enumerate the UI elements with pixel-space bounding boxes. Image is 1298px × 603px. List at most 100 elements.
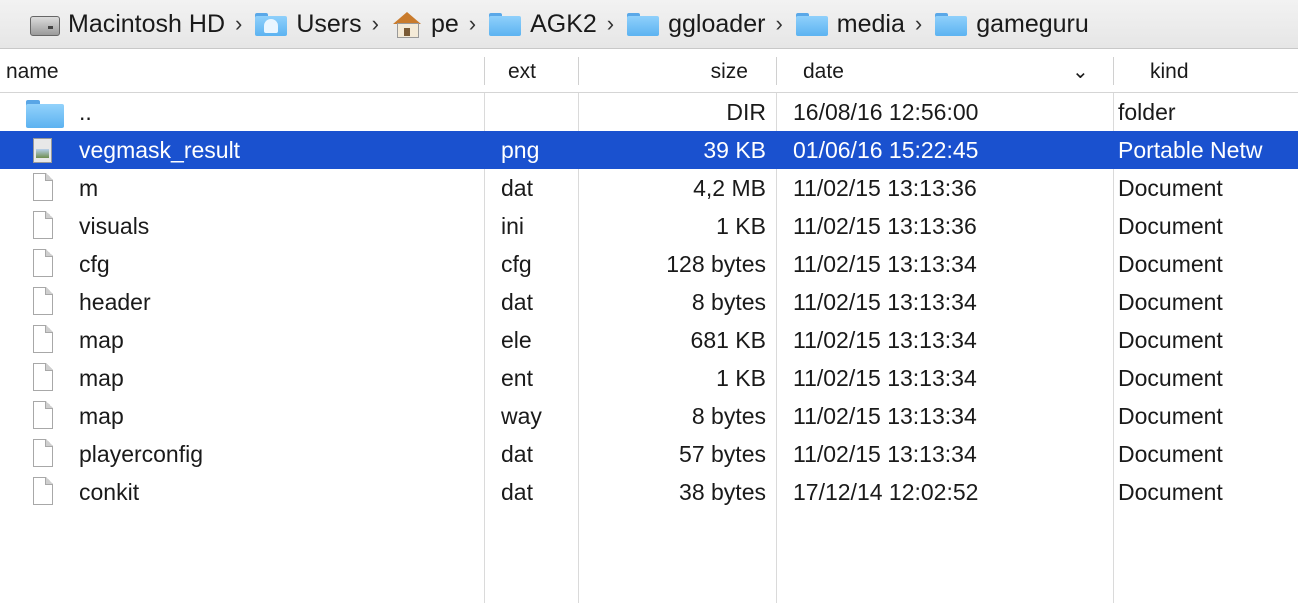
file-date: 01/06/16 15:22:45 — [793, 137, 979, 163]
file-name: map — [79, 403, 124, 429]
file-kind: Document — [1118, 251, 1223, 277]
document-icon — [30, 400, 58, 432]
breadcrumb-label: ggloader — [668, 9, 766, 38]
column-header-date[interactable]: date — [803, 49, 844, 92]
breadcrumb-separator: › — [468, 11, 477, 36]
file-name: visuals — [79, 213, 150, 239]
folder-icon — [795, 11, 829, 37]
file-row[interactable]: .. DIR 16/08/16 12:56:00 folder — [0, 93, 1298, 131]
breadcrumb-item-pe[interactable]: pe — [391, 10, 459, 39]
file-browser-window: Macintosh HD › Users › pe › AGK2 › ggloa… — [0, 0, 1298, 603]
document-icon — [30, 248, 58, 280]
column-divider[interactable] — [776, 57, 777, 85]
breadcrumb-separator: › — [371, 11, 379, 36]
file-size: DIR — [726, 99, 766, 125]
file-name: map — [79, 365, 124, 391]
breadcrumb-label: Users — [296, 9, 362, 38]
breadcrumb-label: media — [836, 9, 905, 38]
breadcrumb-label: pe — [430, 9, 459, 38]
file-date: 11/02/15 13:13:34 — [793, 441, 977, 467]
file-date: 11/02/15 13:13:34 — [793, 327, 977, 353]
file-row[interactable]: header dat 8 bytes 11/02/15 13:13:34 Doc… — [0, 283, 1298, 321]
file-row[interactable]: cfg cfg 128 bytes 11/02/15 13:13:34 Docu… — [0, 245, 1298, 283]
file-size: 38 bytes — [679, 479, 766, 505]
breadcrumb-item-users[interactable]: Users — [254, 9, 362, 39]
file-name: header — [79, 289, 151, 315]
file-row[interactable]: m dat 4,2 MB 11/02/15 13:13:36 Document — [0, 169, 1298, 207]
document-icon — [30, 172, 58, 204]
breadcrumb-separator: › — [914, 11, 923, 36]
breadcrumb-label: AGK2 — [530, 9, 597, 38]
breadcrumb: Macintosh HD › Users › pe › AGK2 › ggloa… — [0, 0, 1298, 49]
users-folder-icon — [254, 11, 288, 37]
column-divider[interactable] — [1113, 57, 1114, 85]
file-date: 11/02/15 13:13:34 — [793, 289, 977, 315]
file-row[interactable]: map ent 1 KB 11/02/15 13:13:34 Document — [0, 359, 1298, 397]
file-row[interactable]: conkit dat 38 bytes 17/12/14 12:02:52 Do… — [0, 473, 1298, 511]
column-header-ext[interactable]: ext — [508, 49, 536, 92]
file-row[interactable]: playerconfig dat 57 bytes 11/02/15 13:13… — [0, 435, 1298, 473]
file-name: playerconfig — [79, 441, 204, 467]
document-icon — [30, 210, 58, 242]
breadcrumb-item-agk2[interactable]: AGK2 — [488, 10, 597, 39]
file-date: 11/02/15 13:13:34 — [793, 251, 977, 277]
file-date: 11/02/15 13:13:34 — [793, 365, 977, 391]
file-size: 8 bytes — [691, 403, 766, 429]
hard-drive-icon — [28, 11, 60, 37]
column-header-kind[interactable]: kind — [1150, 49, 1189, 92]
breadcrumb-item-ggloader[interactable]: ggloader — [626, 10, 765, 39]
file-name: map — [79, 327, 124, 353]
file-kind: Document — [1118, 403, 1223, 429]
folder-icon — [26, 96, 66, 128]
file-kind: Document — [1118, 213, 1223, 239]
file-date: 16/08/16 12:56:00 — [793, 99, 979, 125]
file-date: 11/02/15 13:13:36 — [793, 175, 977, 201]
folder-icon — [488, 11, 522, 37]
sort-indicator-icon[interactable]: ⌄ — [1072, 49, 1089, 92]
file-ext: png — [501, 137, 540, 163]
file-ext: dat — [501, 479, 533, 505]
document-icon — [30, 286, 58, 318]
file-kind: folder — [1118, 99, 1176, 125]
document-icon — [30, 476, 58, 508]
file-size: 1 KB — [716, 213, 766, 239]
folder-icon — [934, 11, 968, 37]
file-row[interactable]: visuals ini 1 KB 11/02/15 13:13:36 Docum… — [0, 207, 1298, 245]
file-ext — [501, 93, 571, 131]
column-divider[interactable] — [578, 57, 579, 85]
file-name: m — [79, 175, 99, 201]
breadcrumb-separator: › — [235, 11, 243, 36]
column-header-size[interactable]: size — [580, 49, 748, 92]
file-size: 57 bytes — [679, 441, 766, 467]
file-row[interactable]: map way 8 bytes 11/02/15 13:13:34 Docume… — [0, 397, 1298, 435]
file-row[interactable]: map ele 681 KB 11/02/15 13:13:34 Documen… — [0, 321, 1298, 359]
breadcrumb-item-media[interactable]: media — [795, 10, 905, 39]
file-kind: Document — [1118, 289, 1223, 315]
document-icon — [30, 438, 58, 470]
file-ext: way — [501, 403, 542, 429]
file-name: cfg — [79, 251, 110, 277]
home-icon — [391, 10, 423, 38]
file-name: vegmask_result — [79, 137, 241, 163]
column-divider[interactable] — [484, 57, 485, 85]
file-row-selected[interactable]: vegmask_result png 39 KB 01/06/16 15:22:… — [0, 131, 1298, 169]
breadcrumb-item-gameguru[interactable]: gameguru — [934, 10, 1089, 39]
file-ext: dat — [501, 175, 533, 201]
file-size: 1 KB — [716, 365, 766, 391]
column-header-name[interactable]: name — [6, 49, 59, 92]
breadcrumb-separator: › — [775, 11, 783, 36]
file-ext: ele — [501, 327, 532, 353]
breadcrumb-separator: › — [606, 11, 615, 36]
file-date: 17/12/14 12:02:52 — [793, 479, 979, 505]
file-size: 4,2 MB — [693, 175, 766, 201]
file-size: 8 bytes — [691, 289, 766, 315]
file-kind: Document — [1118, 175, 1223, 201]
file-size: 128 bytes — [666, 251, 766, 277]
file-ext: cfg — [501, 251, 532, 277]
file-size: 39 KB — [703, 137, 766, 163]
breadcrumb-item-macintosh-hd[interactable]: Macintosh HD — [28, 10, 225, 39]
file-kind: Document — [1118, 441, 1223, 467]
folder-icon — [626, 11, 660, 37]
image-file-icon — [30, 134, 58, 166]
column-header-row: name ext size date ⌄ kind — [0, 49, 1298, 93]
